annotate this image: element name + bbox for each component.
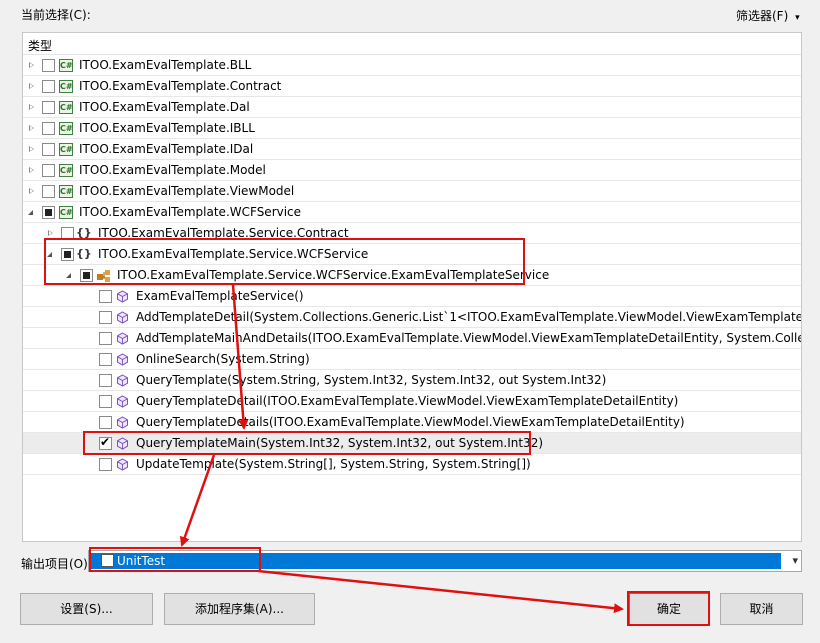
annotation-arrow (257, 569, 624, 614)
annotation-arrow (179, 454, 216, 547)
annotation-arrow (231, 284, 249, 430)
annotation-arrows (179, 284, 624, 614)
